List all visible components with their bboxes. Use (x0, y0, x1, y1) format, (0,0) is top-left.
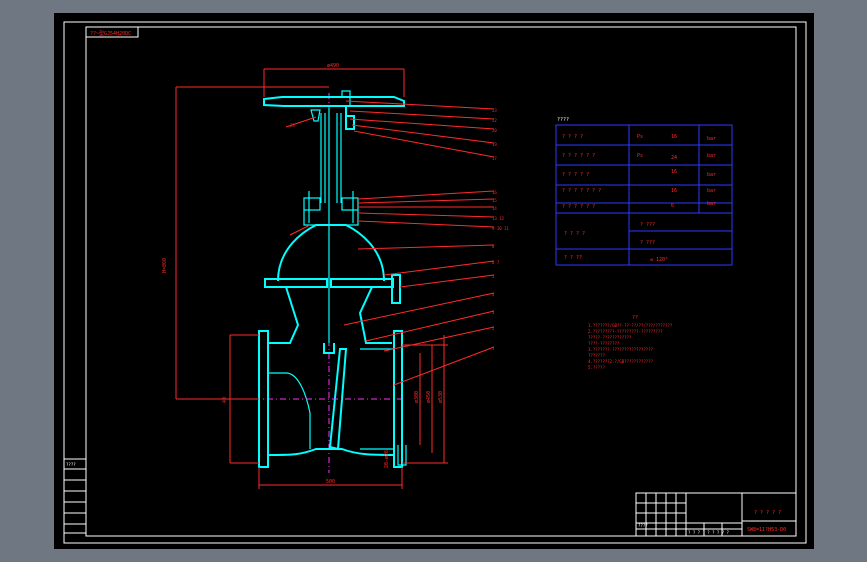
callout-13-12: 13 12 (492, 216, 505, 221)
body-neck-right (358, 286, 392, 344)
dim-length-text: 500 (326, 479, 335, 485)
spec-row5-val: 6 (671, 203, 674, 209)
dim-height-text: H=860 (162, 258, 168, 273)
tech-req-line-8: 5.????? (588, 365, 605, 370)
spec-table-title: ???? (557, 117, 569, 123)
callout-2: 2 (492, 326, 495, 331)
tech-req-line-6: ??????? (588, 353, 605, 358)
callout-14: 14 (492, 206, 497, 211)
spec-row2-unit: bar (707, 153, 716, 159)
dimension-lines: ø490 H=860 40 500 ø300 ø450 ø530 20-ø26 … (162, 63, 448, 489)
spec-row1-name: ? ? ? ? (562, 134, 583, 140)
left-revision-strip: ???? (63, 458, 87, 534)
dim-d1-text: ø300 (414, 391, 420, 403)
callout-19: 19 (492, 142, 497, 147)
label-wheel: 23 (290, 123, 295, 128)
technical-requirements: ?? 1.???????/GB??-??-??/??/???/??????? 2… (588, 315, 673, 370)
tech-req-line-3: ?????-???????????? (588, 335, 632, 340)
cad-drawing: ??~型GJ54H20DC ???? ø490 H=860 40 500 ø30… (63, 21, 807, 544)
callout-1: 1 (492, 346, 495, 351)
callout-3: 3 (492, 310, 495, 315)
spec-row2-sym: Ps (637, 153, 643, 159)
spec-row3-name: ? ? ? ? ? (562, 172, 589, 178)
spec-row1-unit: bar (707, 136, 716, 142)
tech-req-line-2: 2.?????????-?????????-????????? (588, 329, 663, 334)
title-block-stamp: ???? (638, 523, 648, 528)
callout-9-10-11: 9 10 11 (492, 226, 509, 231)
spec-table: ???? ? ? ? ? Ps 16 bar ? ? ? ? ? ? Ps 24… (555, 117, 733, 266)
spec-row1-val: 16 (671, 134, 677, 140)
dim-handwheel-text: ø490 (327, 63, 339, 69)
wheel-spoke (310, 109, 321, 122)
dim-d2-text: ø450 (426, 391, 432, 403)
spec-media-label: ? ? ? ? (564, 231, 585, 237)
callout-4: 4 (492, 292, 495, 297)
title-block-code: SW8=11?H53-D0 (747, 527, 786, 533)
gland-left (303, 197, 321, 211)
callout-17: 17 (492, 156, 497, 161)
packing-box (303, 210, 359, 226)
spec-row4-val: 16 (671, 188, 677, 194)
body-port-left (268, 372, 311, 449)
spec-row5-unit: bar (707, 201, 716, 207)
title-block-name: ? ? ? ? ? (754, 510, 781, 516)
spec-media-1: ? ??? (640, 222, 655, 228)
spec-row4-unit: bar (707, 188, 716, 194)
drawing-sheet: ??~型GJ54H20DC ???? ø490 H=860 40 500 ø30… (54, 13, 814, 549)
title-block-sign-row: ? ? ? ? ? ? ? ? ? (688, 530, 730, 535)
gate-valve-drawing (254, 90, 407, 473)
dim-d3-text: ø530 (438, 391, 444, 403)
spec-row3-unit: bar (707, 172, 716, 178)
spec-temp-label: ? ? ?? (564, 255, 582, 261)
tech-req-line-1: 1.???????/GB??-??-??/??/???/??????? (588, 323, 673, 328)
gland-right (341, 197, 359, 211)
tech-req-line-4: ????-???????? (588, 341, 620, 346)
callout-6-7: 6 7 (492, 260, 500, 265)
dim-bolt-text: 20-ø26 (384, 450, 390, 468)
spec-media-2: ? ??? (640, 240, 655, 246)
dim-top-text: 40 (222, 397, 228, 403)
revision-strip-title: ???? (66, 462, 76, 467)
callout-5: 5 (492, 274, 495, 279)
callout-20: 20 (492, 128, 497, 133)
spec-row4-name: ? ? ? ? ? ? ? (562, 188, 601, 194)
callout-15: 15 (492, 198, 497, 203)
handwheel (263, 96, 405, 107)
spec-row1-sym: Ps (637, 134, 643, 140)
spec-row3-val: 16 (671, 169, 677, 175)
tech-req-line-7: 4.???????2.?/GB???????????? (588, 359, 654, 364)
body-neck-left (268, 286, 300, 344)
callout-23: 23 (492, 108, 497, 113)
spec-row2-name: ? ? ? ? ? ? (562, 153, 595, 159)
callout-16: 16 (492, 190, 497, 195)
spec-temp-val: ≤ 120° (650, 257, 668, 263)
drawing-code-label: ??~型GJ54H20DC (90, 30, 131, 37)
spec-row2-val: 24 (671, 155, 677, 161)
bonnet-flange-left (264, 278, 328, 288)
title-block: ? ? ? ? ? SW8=11?H53-D0 ???? ? ? ? ? ? ?… (635, 492, 797, 537)
spec-row5-name: ? ? ? ? ? ? (562, 204, 595, 210)
tech-req-title: ?? (632, 315, 638, 321)
callout-8: 8 (492, 244, 495, 249)
callout-22: 22 (492, 118, 497, 123)
tech-req-line-5: 3.???????-????????????????? (588, 347, 654, 352)
